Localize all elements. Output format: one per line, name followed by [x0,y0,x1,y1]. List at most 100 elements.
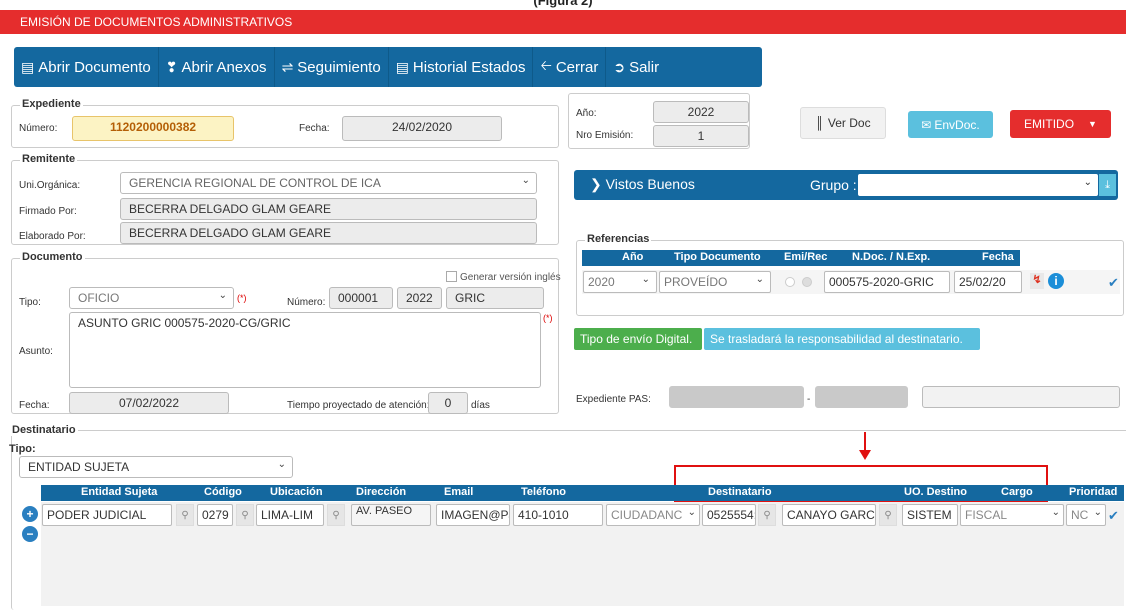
ref-col-tipo: Tipo Documento [674,251,761,263]
destinatario-header: Entidad Sujeta Código Ubicación Direcció… [41,485,1124,501]
dest-nombre-field[interactable]: CANAYO GARC [782,504,876,526]
chevron-down-icon: ⌄ [277,459,286,470]
numero-doc-label: Número: [287,297,326,308]
chevron-down-icon: ⌄ [1083,177,1092,188]
search-icon[interactable]: ⚲ [236,504,254,526]
status-label: EMITIDO [1024,117,1075,131]
seguimiento-button[interactable]: ⇌ Seguimiento [275,47,389,87]
barcode-icon: ║ [815,116,824,130]
envelope-icon: ✉ [921,117,932,132]
pdf-icon[interactable]: ↯ [1030,273,1044,289]
referencias-header: Año Tipo Documento Emi/Rec N.Doc. / N.Ex… [582,250,1020,266]
dest-prioridad-select[interactable]: NC ⌄ [1066,504,1106,526]
ref-fecha-field[interactable]: 25/02/20 [954,271,1022,293]
tipo-required: (*) [237,293,247,303]
arrow-left-icon: 🡠 [540,57,552,73]
download-icon[interactable]: ⤓ [1099,174,1116,196]
plus-icon: + [26,507,34,521]
search-icon[interactable]: ⚲ [327,504,345,526]
chevron-down-icon: ⌄ [755,274,764,285]
documento-legend: Documento [20,251,85,263]
grupo-label: Grupo : [810,177,857,193]
dest-col-codigo: Código [204,486,242,498]
uni-organica-select[interactable]: GERENCIA REGIONAL DE CONTROL DE ICA ⌄ [120,172,537,194]
envio-digital-badge: Tipo de envío Digital. [574,328,702,350]
page-title: EMISIÓN DE DOCUMENTOS ADMINISTRATIVOS [0,10,1126,34]
dest-col-destinatario: Destinatario [708,486,772,498]
chevron-down-icon: ❯ [590,176,602,192]
search-icon[interactable]: ⚲ [176,504,194,526]
expediente-pas-field-2 [815,386,908,408]
elaborado-field: BECERRA DELGADO GLAM GEARE [120,222,537,244]
dest-col-cargo: Cargo [1001,486,1033,498]
destinatario-tipo-label: Tipo: [9,443,36,455]
check-icon[interactable]: ✔ [1108,275,1119,291]
dest-ubicacion-field[interactable]: LIMA-LIM [256,504,324,526]
version-ingles-checkbox[interactable] [446,271,457,282]
destinatario-tipo-select[interactable]: ENTIDAD SUJETA ⌄ [19,456,293,478]
dest-direccion-field[interactable]: AV. PASEO [351,504,431,526]
dest-entidad-field[interactable]: PODER JUDICIAL [42,504,172,526]
referencias-legend: Referencias [585,233,652,245]
annotation-arrow [859,432,871,460]
dest-codigo-field[interactable]: 0279 [197,504,233,526]
abrir-documento-button[interactable]: ▤ Abrir Documento [14,47,159,87]
sign-out-icon: ➲ [613,58,626,75]
numero-doc-field-1: 000001 [329,287,393,309]
dest-uo-field[interactable]: SISTEM [902,504,958,526]
check-icon[interactable]: ✔ [1108,508,1119,524]
numero-doc-field-3: GRIC [446,287,544,309]
ver-doc-button[interactable]: ║ Ver Doc [800,107,886,139]
asunto-label: Asunto: [19,346,53,357]
asunto-textarea[interactable]: ASUNTO GRIC 000575-2020-CG/GRIC [69,312,541,388]
numero-doc-field-2: 2022 [397,287,442,309]
nro-emision-label: Nro Emisión: [576,130,634,141]
salir-button[interactable]: ➲ Salir [606,47,666,87]
remove-row-button[interactable]: − [22,526,38,542]
vistos-buenos-toggle[interactable]: ❯ Vistos Buenos [590,176,695,193]
ref-ndoc-field[interactable]: 000575-2020-GRIC [824,271,950,293]
remitente-legend: Remitente [20,153,78,165]
chevron-down-icon: ⌄ [1093,507,1102,518]
ref-col-fecha: Fecha [982,251,1014,263]
dest-col-telefono: Teléfono [521,486,567,498]
search-icon[interactable]: ⚲ [879,504,897,526]
grupo-select[interactable]: ⌄ [858,174,1098,196]
ref-anio-select[interactable]: 2020 ⌄ [583,271,657,293]
file-icon: ▤ [21,58,35,75]
expediente-fecha-field: 24/02/2020 [342,116,502,141]
dest-tipo-select[interactable]: CIUDADANC ⌄ [606,504,700,526]
dest-telefono-field[interactable]: 410-1010 [513,504,603,526]
ref-emi-radio[interactable] [785,277,795,287]
list-icon: ▤ [395,58,409,75]
search-icon[interactable]: ⚲ [758,504,776,526]
paperclip-icon: ❣ [165,58,178,75]
info-icon[interactable]: i [1048,273,1064,289]
tipo-label: Tipo: [19,297,41,308]
dest-cargo-select[interactable]: FISCAL ⌄ [960,504,1064,526]
anio-field: 2022 [653,101,749,123]
status-dropdown[interactable]: EMITIDO ▼ [1010,110,1111,138]
ref-col-ndoc: N.Doc. / N.Exp. [852,251,931,263]
tipo-documento-select[interactable]: OFICIO ⌄ [69,287,234,309]
ref-tipo-select[interactable]: PROVEÍDO ⌄ [659,271,771,293]
envio-note-badge: Se trasladará la responsabilidad al dest… [704,328,980,350]
dest-email-field[interactable]: IMAGEN@PJ [436,504,510,526]
abrir-anexos-button[interactable]: ❣ Abrir Anexos [159,47,275,87]
tiempo-label: Tiempo proyectado de atención: [287,400,430,411]
elaborado-label: Elaborado Por: [19,231,86,242]
ref-col-anio: Año [622,251,644,263]
expediente-numero-field[interactable]: 1120200000382 [72,116,234,141]
vistos-buenos-bar: ❯ Vistos Buenos Grupo : ⌄ ⤓ [574,170,1118,200]
dest-col-entidad: Entidad Sujeta [81,486,158,498]
dest-dni-field[interactable]: 0525554: [702,504,756,526]
dest-col-direccion: Dirección [356,486,407,498]
chevron-down-icon: ⌄ [218,290,227,301]
caret-down-icon: ▼ [1088,119,1097,129]
cerrar-button[interactable]: 🡠 Cerrar [533,47,607,87]
env-doc-button[interactable]: ✉ EnvDoc. [908,111,993,138]
ref-rec-radio[interactable] [802,277,812,287]
expediente-pas-field-3 [922,386,1120,408]
add-row-button[interactable]: + [22,506,38,522]
historial-estados-button[interactable]: ▤ Historial Estados [389,47,534,87]
